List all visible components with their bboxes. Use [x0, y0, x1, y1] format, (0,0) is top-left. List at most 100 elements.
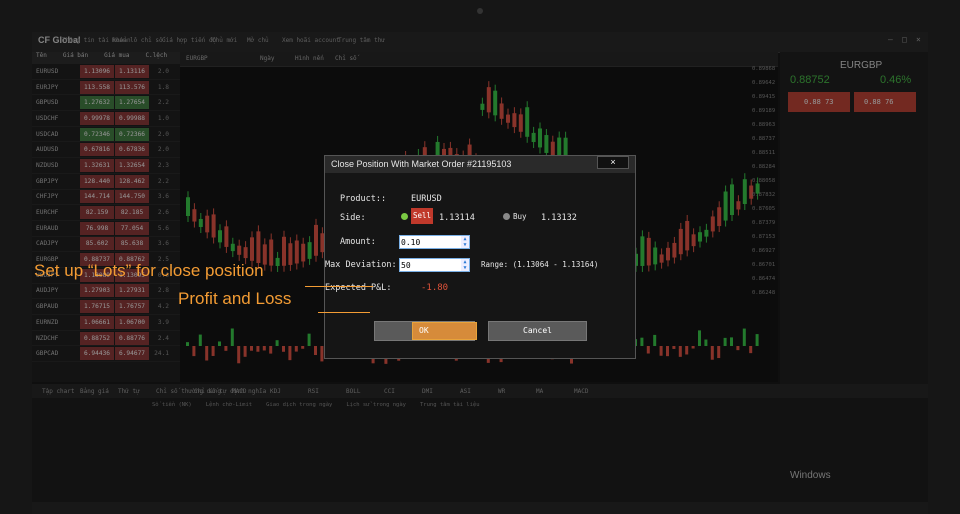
watchlist-sym: CHFJPY	[36, 193, 59, 201]
amount-stepper[interactable]: 0.10 ▲ ▼	[399, 235, 470, 249]
watchlist-row[interactable]: NZDCHF 0.88752 0.88776 2.4	[32, 331, 180, 347]
watchlist-ask: 144.750	[115, 190, 149, 204]
candle-body	[538, 128, 542, 148]
sell-option[interactable]: Sell	[411, 208, 433, 224]
bottom-tab[interactable]: MA	[536, 388, 543, 395]
macd-bar	[314, 346, 317, 356]
account-tab[interactable]: Giao dịch trong ngày	[266, 402, 332, 408]
menu-item-lots[interactable]: Hoán lô chỉ số	[112, 37, 163, 44]
quote-sell-button[interactable]: 0.88 73	[788, 92, 850, 112]
maximize-icon[interactable]: □	[902, 35, 907, 44]
watchlist-row[interactable]: GBPAUD 1.76715 1.76757 4.2	[32, 299, 180, 315]
price-scale-tick: 0.86927	[752, 248, 776, 254]
macd-bar	[723, 337, 727, 346]
max-deviation-stepper[interactable]: 50 ▲ ▼	[399, 258, 470, 272]
candle-body	[698, 232, 702, 242]
watchlist-row[interactable]: CHFJPY 144.714 144.750 3.6	[32, 190, 180, 206]
chart-timeframe-select[interactable]: Ngày	[260, 55, 274, 62]
account-tabs: Số tiền (NK) Lệnh chờ-Limit Giao dịch tron…	[152, 402, 480, 408]
candle-body	[243, 247, 248, 259]
watchlist-row[interactable]: USDCAD 0.72346 0.72366 2.0	[32, 127, 180, 143]
menu-item-new[interactable]: Chủ mới	[212, 37, 237, 44]
watchlist-sp: 2.0	[157, 130, 169, 138]
menu-item-messages[interactable]: Trung tâm thư	[338, 37, 385, 44]
bottom-tab[interactable]: DMI	[422, 388, 433, 395]
watchlist-bid: 113.558	[80, 80, 114, 94]
watchlist-ask: 85.638	[115, 237, 149, 251]
bottom-tab[interactable]: Thứ tự	[118, 388, 140, 395]
quote-price: 0.88752	[790, 74, 830, 86]
cancel-button[interactable]: Cancel	[488, 321, 587, 341]
bottom-tab[interactable]: RSI	[308, 388, 319, 395]
bottom-tab[interactable]: Bảng giá	[80, 388, 109, 395]
watchlist-rows: EURUSD 1.13096 1.13116 2.0 EURJPY 113.558 113.…	[32, 64, 180, 363]
watchlist-ask: 1.06700	[115, 315, 149, 329]
watchlist-row[interactable]: USDCHF 0.99978 0.99988 1.0	[32, 111, 180, 127]
expected-pnl-label: Expected P&L:	[325, 283, 392, 293]
bottom-tab[interactable]: BOLL	[346, 388, 360, 395]
watchlist-row[interactable]: EURAUD 76.998 77.054 5.6	[32, 221, 180, 237]
watchlist-row[interactable]: EURUSD 1.13096 1.13116 2.0	[32, 64, 180, 80]
watchlist-row[interactable]: AUDUSD 0.67816 0.67836 2.0	[32, 142, 180, 159]
macd-bar	[186, 342, 189, 346]
chart-symbol-select[interactable]: EURGBP	[186, 55, 208, 62]
price-scale-tick: 0.88058	[752, 178, 776, 184]
watchlist-row[interactable]: GBPUSD 1.27632 1.27654 2.2	[32, 95, 180, 112]
account-tab[interactable]: Số tiền (NK)	[152, 402, 192, 408]
menu-item-view-account[interactable]: Xem hoãi account	[282, 37, 340, 44]
watchlist-row[interactable]: EURNZD 1.06661 1.06700 3.9	[32, 315, 180, 331]
bottom-tab[interactable]: KDJ	[270, 388, 281, 395]
watchlist-row[interactable]: NZDUSD 1.32631 1.32654 2.3	[32, 158, 180, 174]
watchlist-row[interactable]: GBPJPY 128.440 128.462 2.2	[32, 174, 180, 190]
chart-style-select[interactable]: Hình nến	[295, 55, 324, 62]
quote-buy-button[interactable]: 0.88 76	[854, 92, 916, 112]
candle-body	[301, 243, 306, 262]
bottom-tab[interactable]: Chỉ số tự định nghĩa	[194, 388, 266, 395]
bottom-tab[interactable]: ASI	[460, 388, 471, 395]
watchlist-row[interactable]: AUDJPY 1.27903 1.27931 2.8	[32, 284, 180, 300]
candle-body	[717, 207, 722, 227]
watchlist-row[interactable]: GBPCAD 6.94436 6.94677 24.1	[32, 346, 180, 363]
watchlist-row[interactable]: CADJPY 85.602 85.638 3.6	[32, 237, 180, 253]
buy-radio[interactable]	[503, 213, 510, 220]
amount-stepper-arrows[interactable]: ▲ ▼	[461, 236, 469, 248]
bottom-tab[interactable]: Tập chart	[42, 388, 75, 395]
window-close-icon[interactable]: ×	[916, 35, 921, 44]
account-tab[interactable]: Trung tâm tài liệu	[420, 402, 480, 408]
close-icon[interactable]: ×	[597, 156, 629, 169]
account-panel: Số tiền (NK) Lệnh chờ-Limit Giao dịch tron…	[32, 398, 928, 502]
candle-body	[250, 237, 254, 261]
watchlist-sym: CADJPY	[36, 240, 59, 248]
macd-bar	[275, 340, 279, 346]
quote-change: 0.46%	[880, 74, 912, 86]
macd-bar	[730, 337, 733, 346]
chart-indicator-select[interactable]: Chỉ số	[335, 55, 357, 62]
top-menu-bar: CF Global Thông tin tài khoản Hoán lô ch…	[32, 32, 928, 53]
ok-button[interactable]: OK	[374, 321, 477, 341]
watchlist-ask: 1.32654	[115, 158, 149, 172]
candle-body	[486, 87, 491, 113]
menu-item-open[interactable]: Mở chủ	[247, 37, 269, 44]
bottom-tab[interactable]: MACD	[574, 388, 588, 395]
watchlist-sp: 2.0	[157, 146, 169, 154]
price-scale-tick: 0.88963	[752, 122, 776, 128]
candle-body	[499, 103, 504, 119]
sell-radio[interactable]	[401, 213, 408, 220]
menu-item-price[interactable]: Giá hợp tiến độ	[162, 37, 216, 44]
max-deviation-stepper-arrows[interactable]: ▲ ▼	[461, 259, 469, 271]
bottom-tab[interactable]: WR	[498, 388, 505, 395]
minimize-icon[interactable]: –	[888, 35, 893, 44]
bottom-tab[interactable]: MACD	[232, 388, 246, 395]
watchlist-row[interactable]: EURCHF 82.159 82.185 2.6	[32, 205, 180, 221]
buy-option[interactable]: Buy	[513, 212, 527, 221]
macd-bar	[685, 346, 689, 355]
account-tab[interactable]: Lệnh chờ-Limit	[206, 402, 252, 408]
account-tab[interactable]: Lịch sử trong ngày	[346, 402, 406, 408]
bottom-tab[interactable]: CCI	[384, 388, 395, 395]
sell-price: 1.13114	[439, 213, 475, 223]
watchlist-row[interactable]: EURJPY 113.558 113.576 1.8	[32, 80, 180, 96]
watchlist-sym: AUDJPY	[36, 287, 59, 295]
watchlist-bid: 1.76715	[80, 300, 114, 314]
watchlist-header: Tên Giá bán Giá mua C.lệch	[32, 52, 180, 64]
price-scale-tick: 0.89868	[752, 66, 776, 72]
